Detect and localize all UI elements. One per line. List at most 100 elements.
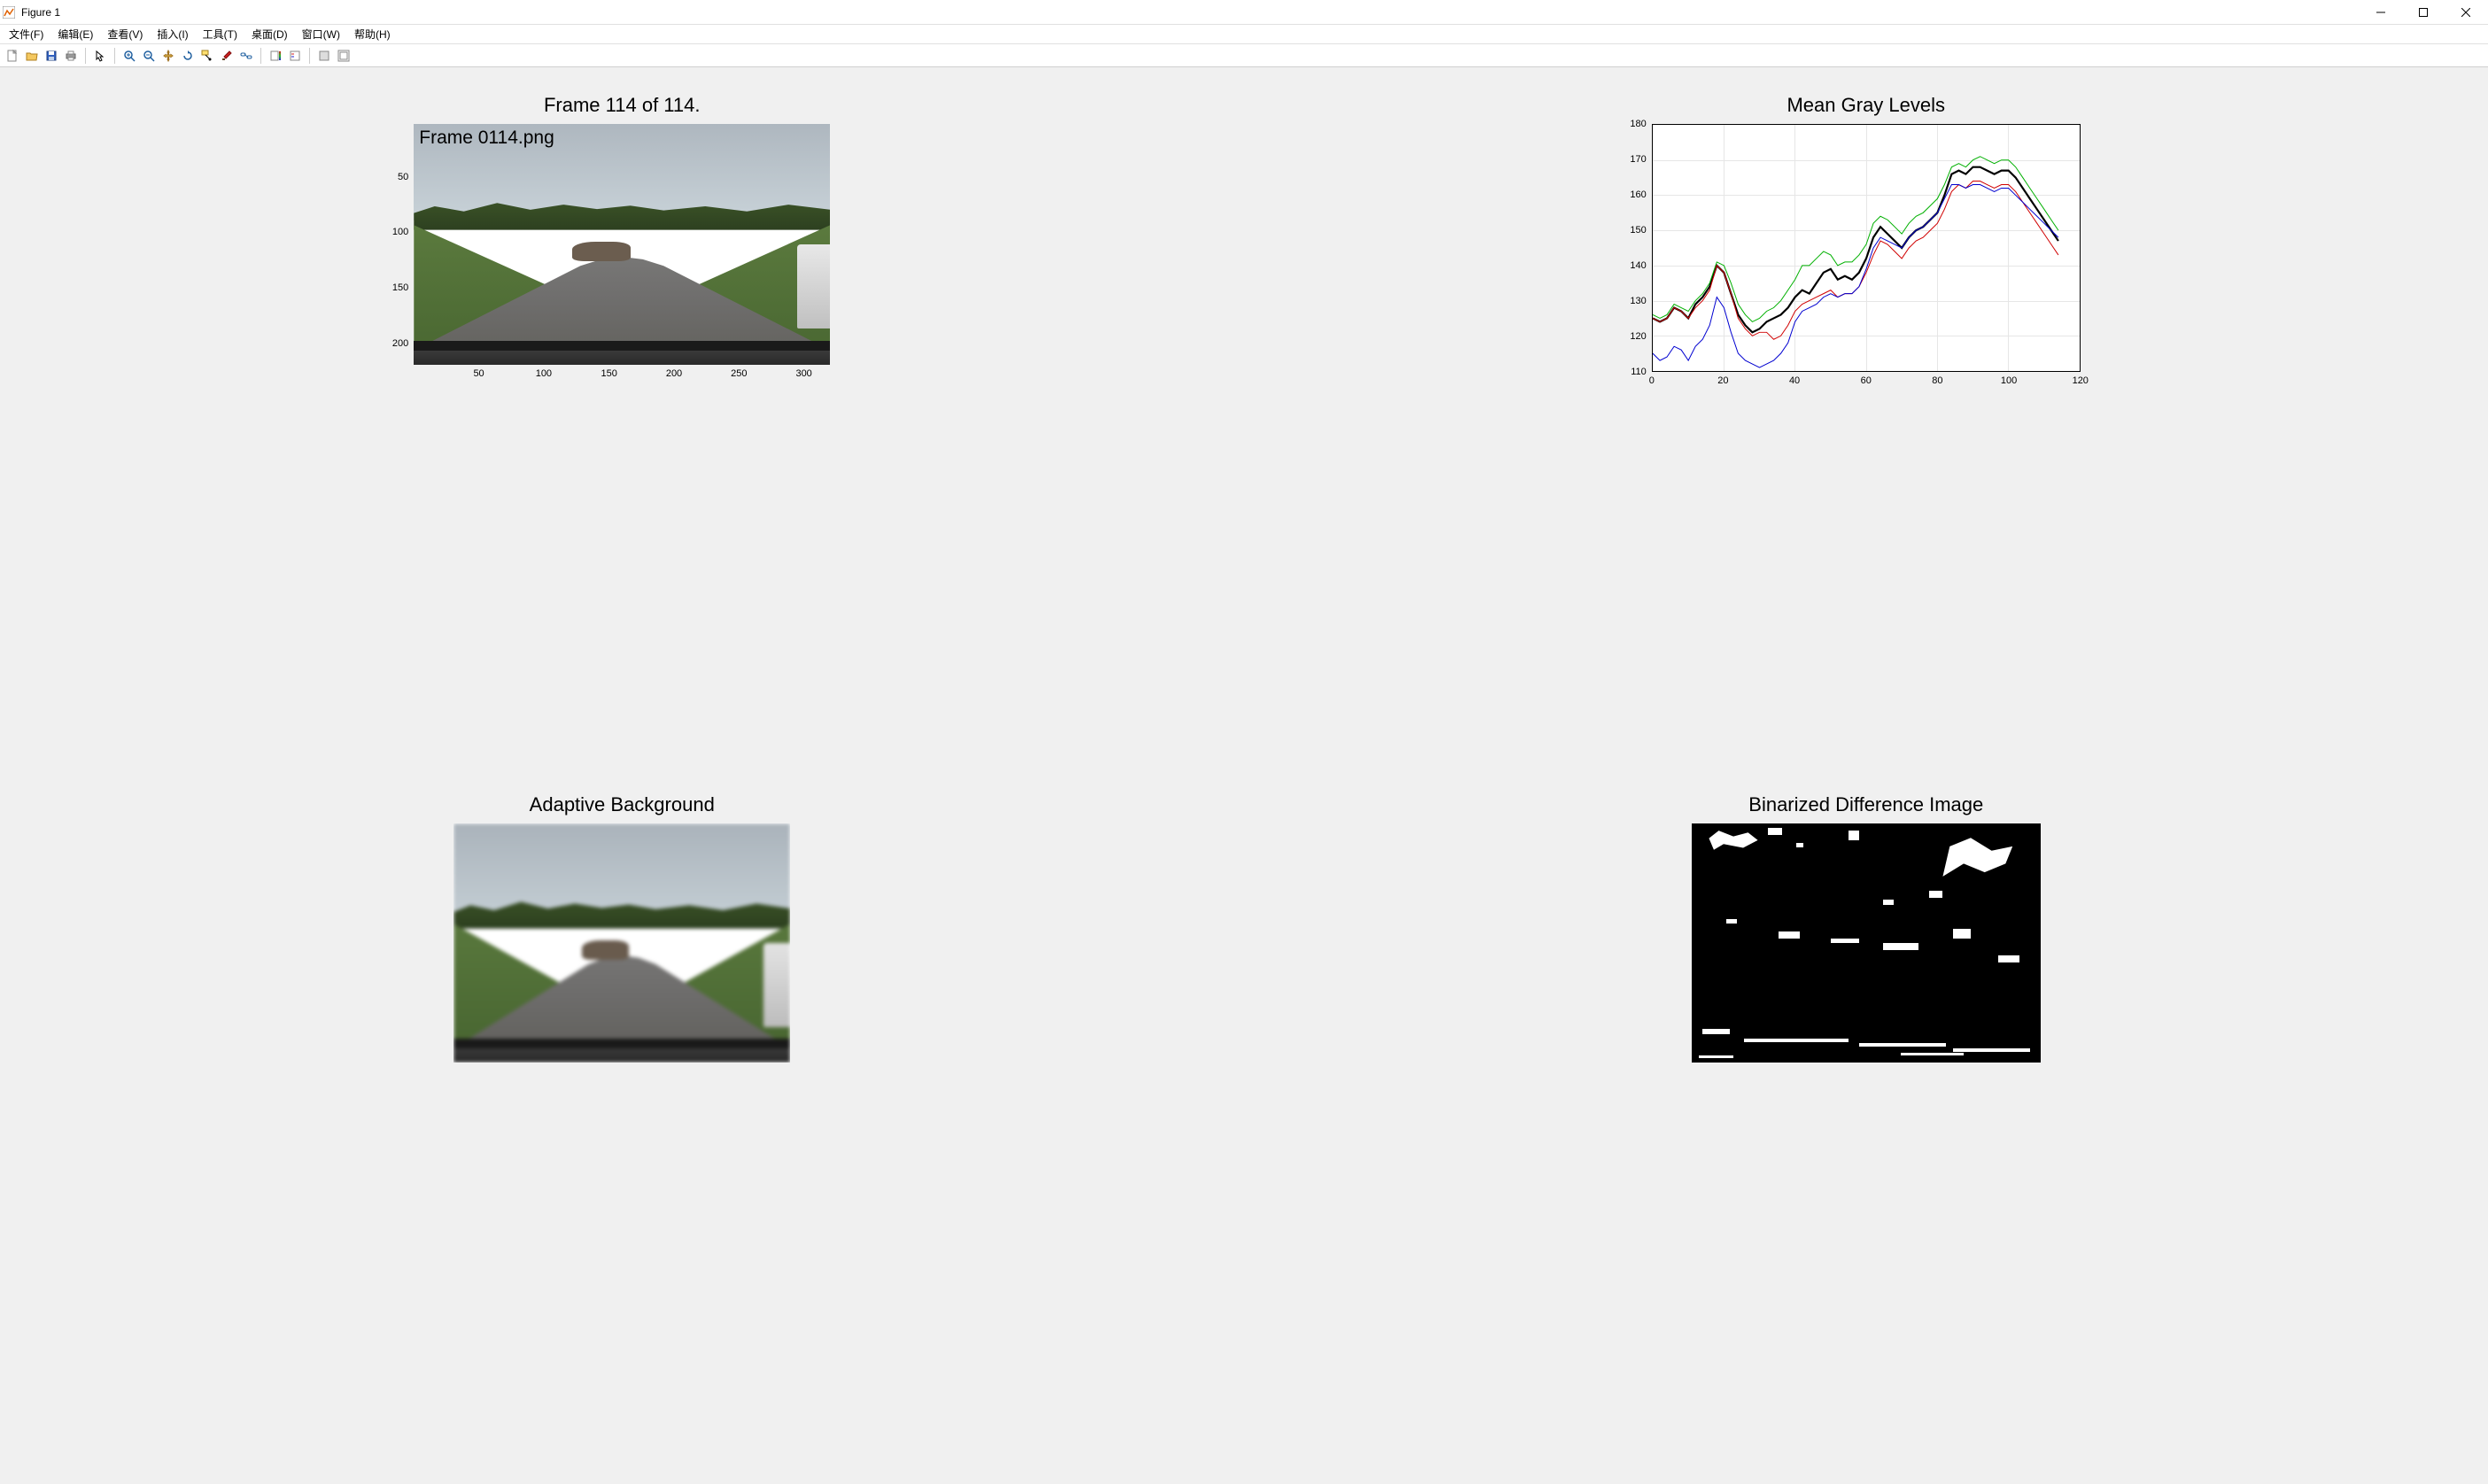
hide-tools-icon[interactable] xyxy=(315,47,333,65)
binary-blob xyxy=(1744,1039,1849,1042)
subplot-1-xtick: 250 xyxy=(731,368,747,379)
subplot-2-ytick: 120 xyxy=(1630,331,1646,342)
subplot-2-xtick: 100 xyxy=(2001,375,2017,386)
subplot-1-ytick: 100 xyxy=(392,227,408,237)
datacursor-icon[interactable] xyxy=(198,47,216,65)
zoom-in-icon[interactable] xyxy=(120,47,138,65)
binary-blob xyxy=(1709,831,1757,850)
menu-edit[interactable]: 编辑(E) xyxy=(50,25,100,43)
subplot-4-axes[interactable] xyxy=(1692,823,2041,1063)
subplot-1-title: Frame 114 of 114. xyxy=(544,94,701,117)
subplot-1-xtick: 150 xyxy=(601,368,616,379)
brush-icon[interactable] xyxy=(218,47,236,65)
binary-blob xyxy=(1779,931,1800,939)
menu-tools[interactable]: 工具(T) xyxy=(196,25,244,43)
dock-icon[interactable] xyxy=(335,47,353,65)
binary-blob xyxy=(1859,1043,1947,1046)
binary-blob xyxy=(1831,939,1859,943)
binary-blob xyxy=(1998,955,2019,962)
subplot-1-xtick: 200 xyxy=(666,368,682,379)
subplot-2-title: Mean Gray Levels xyxy=(1787,94,1945,117)
subplot-2-ytick: 150 xyxy=(1630,225,1646,236)
toolbar-separator xyxy=(114,48,115,64)
menu-file[interactable]: 文件(F) xyxy=(2,25,50,43)
toolbar xyxy=(0,44,2488,67)
rotate-icon[interactable] xyxy=(179,47,197,65)
subplot-1-ytick: 150 xyxy=(392,282,408,293)
subplot-2-ytick: 180 xyxy=(1630,119,1646,129)
menu-window[interactable]: 窗口(W) xyxy=(295,25,347,43)
subplot-3-axes[interactable] xyxy=(453,823,790,1063)
toolbar-separator xyxy=(85,48,86,64)
subplot-2-ytick: 130 xyxy=(1630,296,1646,306)
subplot-2-axes[interactable] xyxy=(1652,124,2081,372)
subplot-1-xtick: 50 xyxy=(473,368,484,379)
menubar: 文件(F) 编辑(E) 查看(V) 插入(I) 工具(T) 桌面(D) 窗口(W… xyxy=(0,25,2488,44)
zoom-out-icon[interactable] xyxy=(140,47,158,65)
subplot-4: Binarized Difference Image xyxy=(1280,793,2453,1457)
subplot-2-ytick: 140 xyxy=(1630,260,1646,271)
subplot-4-title: Binarized Difference Image xyxy=(1748,793,1983,816)
close-button[interactable] xyxy=(2454,4,2477,21)
window-title: Figure 1 xyxy=(21,6,2369,19)
subplot-2-xtick: 80 xyxy=(1932,375,1942,386)
background-image xyxy=(453,823,790,1063)
save-icon[interactable] xyxy=(43,47,60,65)
subplot-1-ytick: 200 xyxy=(392,338,408,349)
subplot-2-xtick: 60 xyxy=(1861,375,1872,386)
print-icon[interactable] xyxy=(62,47,80,65)
binary-blob xyxy=(1883,900,1894,904)
menu-help[interactable]: 帮助(H) xyxy=(347,25,398,43)
binary-blob xyxy=(1953,1048,2030,1052)
subplot-1-xtick: 300 xyxy=(795,368,811,379)
open-icon[interactable] xyxy=(23,47,41,65)
window-controls xyxy=(2369,4,2486,21)
binary-blob xyxy=(1849,831,1859,840)
subplot-3: Adaptive Background xyxy=(35,793,1209,1457)
binary-blob xyxy=(1768,828,1782,835)
toolbar-separator xyxy=(260,48,261,64)
binary-blob xyxy=(1901,1053,1964,1055)
binary-blob xyxy=(1953,929,1971,939)
pan-icon[interactable] xyxy=(159,47,177,65)
subplot-2-ytick: 160 xyxy=(1630,189,1646,200)
binary-blob xyxy=(1726,919,1737,924)
binary-blob xyxy=(1929,891,1943,898)
subplot-1-ytick: 50 xyxy=(398,172,408,182)
menu-view[interactable]: 查看(V) xyxy=(100,25,150,43)
subplot-3-title: Adaptive Background xyxy=(530,793,715,816)
figure-canvas[interactable]: Frame 114 of 114. Frame 0114.png xyxy=(0,67,2488,1484)
binary-blob xyxy=(1796,843,1803,847)
menu-desktop[interactable]: 桌面(D) xyxy=(244,25,295,43)
binary-blob xyxy=(1699,1055,1733,1058)
titlebar: Figure 1 xyxy=(0,0,2488,25)
minimize-button[interactable] xyxy=(2369,4,2392,21)
matlab-figure-icon xyxy=(2,5,16,19)
subplot-2-xtick: 40 xyxy=(1789,375,1800,386)
colorbar-icon[interactable] xyxy=(267,47,284,65)
subplot-2-xtick: 0 xyxy=(1649,375,1655,386)
toolbar-separator xyxy=(309,48,310,64)
pointer-icon[interactable] xyxy=(91,47,109,65)
legend-icon[interactable] xyxy=(286,47,304,65)
binary-blob xyxy=(1942,838,2012,881)
chart-series-green xyxy=(1653,157,2058,322)
chart-series-red xyxy=(1653,182,2058,340)
subplot-2-xtick: 120 xyxy=(2073,375,2089,386)
binary-blob xyxy=(1883,943,1918,950)
frame-image xyxy=(414,124,830,365)
subplot-2-ytick: 110 xyxy=(1631,367,1647,377)
subplot-1-axes[interactable]: Frame 0114.png xyxy=(414,124,830,365)
subplot-1: Frame 114 of 114. Frame 0114.png xyxy=(35,94,1209,758)
new-figure-icon[interactable] xyxy=(4,47,21,65)
subplot-2-ytick: 170 xyxy=(1630,154,1646,165)
menu-insert[interactable]: 插入(I) xyxy=(150,25,195,43)
subplot-1-xtick: 100 xyxy=(536,368,552,379)
subplot-2-xtick: 20 xyxy=(1717,375,1728,386)
chart-series-black xyxy=(1653,167,2058,333)
link-icon[interactable] xyxy=(237,47,255,65)
subplot-2: Mean Gray Levels xyxy=(1280,94,2453,758)
frame-overlay-text: Frame 0114.png xyxy=(419,128,554,149)
maximize-button[interactable] xyxy=(2412,4,2435,21)
binary-blob xyxy=(1702,1029,1731,1033)
